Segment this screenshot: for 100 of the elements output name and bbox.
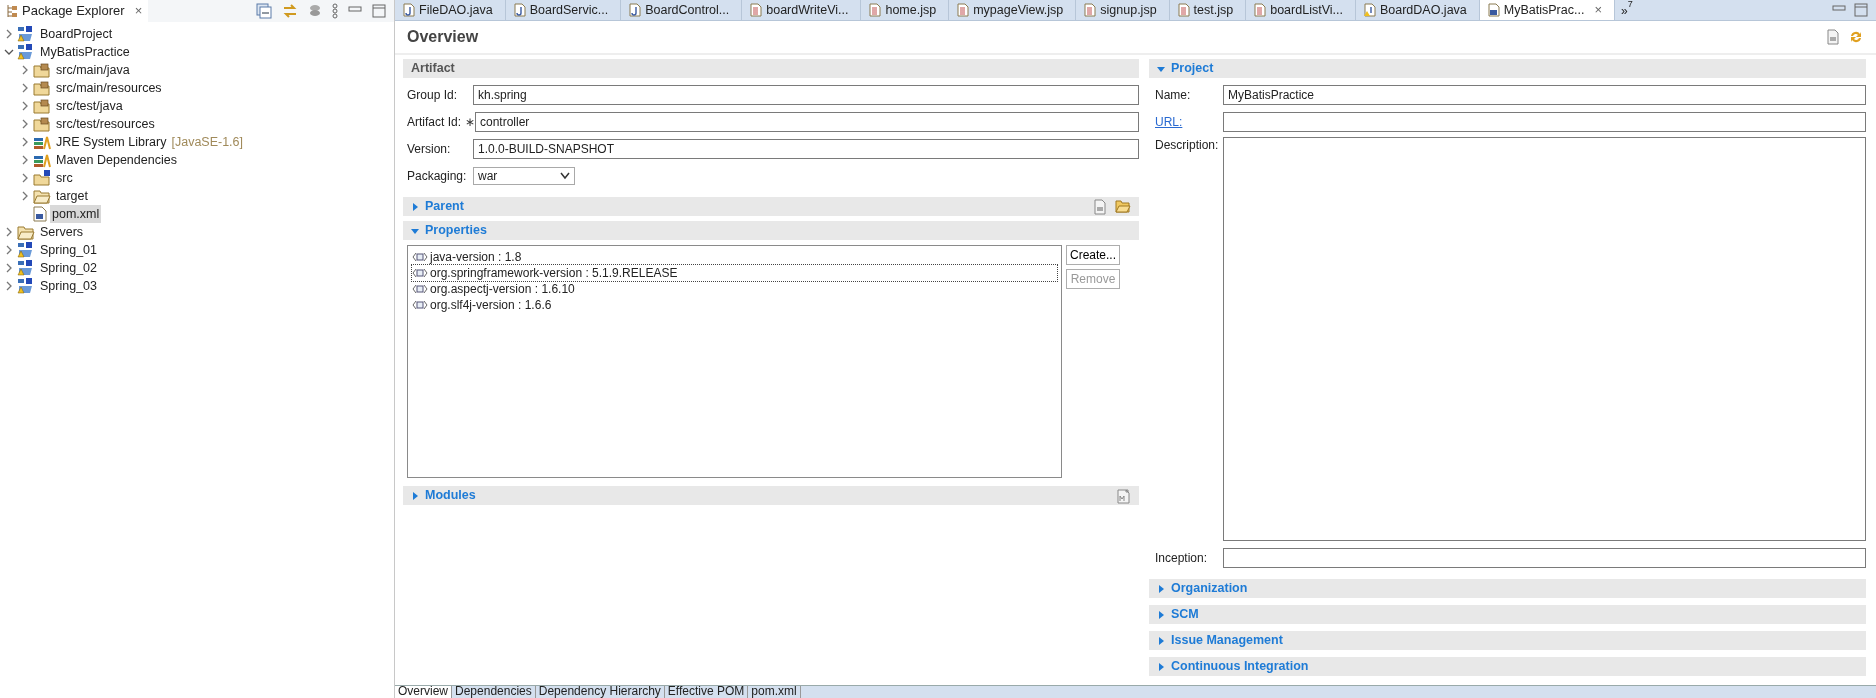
collapse-arrow-icon[interactable] — [1157, 64, 1165, 73]
tree-item[interactable]: Spring_01 — [38, 240, 99, 260]
tree-item[interactable]: Maven Dependencies — [54, 150, 179, 170]
package-folder-icon — [33, 80, 51, 96]
text-field[interactable] — [1223, 548, 1866, 568]
collapse-arrow-icon[interactable] — [411, 226, 419, 235]
section-header[interactable]: Project — [1149, 59, 1866, 78]
tree-item[interactable]: BoardProject — [38, 24, 115, 44]
library-icon — [33, 152, 51, 168]
expand-arrow-icon[interactable] — [411, 202, 419, 211]
section-header[interactable]: SCM — [1149, 605, 1866, 624]
editor-tab[interactable]: boardWriteVi... — [742, 0, 862, 20]
java-file-icon — [513, 3, 526, 17]
project-icon — [17, 278, 35, 294]
text-field[interactable] — [1223, 112, 1866, 132]
url-link[interactable]: URL: — [1149, 114, 1223, 130]
property-icon — [412, 251, 428, 263]
pom-file-icon[interactable] — [1093, 198, 1107, 215]
maximize-icon[interactable] — [372, 4, 386, 18]
section-header[interactable]: Parent — [403, 197, 1139, 216]
section-header[interactable]: Properties — [403, 221, 1139, 240]
tree-item[interactable]: src/main/java — [54, 60, 132, 80]
editor-tab[interactable]: MyBatisPrac... × — [1479, 0, 1615, 20]
text-field[interactable]: kh.spring — [473, 85, 1139, 105]
project-icon — [17, 44, 35, 60]
editor-tab[interactable]: boardListVi... — [1246, 0, 1356, 20]
tree-item[interactable]: MyBatisPractice — [38, 42, 132, 62]
tree-item[interactable]: Servers — [38, 222, 86, 242]
tree-item[interactable]: src/test/java — [54, 96, 125, 116]
editor-tab[interactable]: BoardDAO.java — [1355, 0, 1480, 20]
tree-item[interactable]: Spring_03 — [38, 276, 99, 296]
section-header[interactable]: Organization — [1149, 579, 1866, 598]
page-tab[interactable]: pom.xml — [748, 686, 801, 698]
field-label: Version: — [406, 141, 452, 158]
property-item[interactable]: org.aspectj-version : 1.6.10 — [412, 281, 1057, 297]
text-field[interactable]: MyBatisPractice — [1223, 85, 1866, 105]
field-label: Packaging: — [406, 168, 468, 185]
link-arrows-icon[interactable] — [282, 3, 298, 19]
expand-arrow-icon[interactable] — [1157, 584, 1165, 593]
jsp-file-icon — [750, 3, 763, 17]
editor-tab[interactable]: signup.jsp — [1076, 0, 1170, 20]
section-header[interactable]: Artifact — [403, 59, 1139, 78]
field-label: Name: — [1154, 87, 1192, 103]
close-button[interactable]: × — [134, 1, 143, 21]
page-tab[interactable]: Overview — [395, 686, 452, 698]
section-header[interactable]: Modules — [403, 486, 1139, 505]
tree-item[interactable]: pom.xml — [50, 204, 102, 224]
field-label: Group Id: — [406, 87, 459, 104]
jsp-file-icon — [1254, 3, 1267, 17]
open-folder-icon[interactable] — [1115, 198, 1131, 213]
expand-arrow-icon[interactable] — [1157, 636, 1165, 645]
pom-file-icon[interactable] — [1826, 29, 1840, 45]
editor-tab[interactable]: BoardServic... — [505, 0, 622, 20]
property-icon — [412, 267, 428, 279]
refresh-icon[interactable] — [1848, 29, 1864, 45]
page-tab[interactable]: Dependencies — [452, 686, 536, 698]
property-item[interactable]: org.springframework-version : 5.1.9.RELEASE — [412, 265, 1057, 281]
xml-file-icon — [33, 206, 47, 222]
page-tab[interactable]: Dependency Hierarchy — [535, 686, 665, 698]
view-tab[interactable]: Package Explorer × — [0, 0, 149, 22]
page-title: Overview — [407, 27, 479, 47]
tree-item[interactable]: src/test/resources — [54, 114, 157, 134]
expand-arrow-icon[interactable] — [411, 491, 419, 500]
jsp-file-icon — [957, 3, 970, 17]
editor-tab[interactable]: test.jsp — [1169, 0, 1247, 20]
tree-item[interactable]: src/main/resources — [54, 78, 164, 98]
view-menu-icon[interactable] — [332, 3, 338, 19]
editor-tab[interactable]: home.jsp — [861, 0, 950, 20]
page-tab[interactable]: Effective POM — [664, 686, 749, 698]
folder-icon — [17, 224, 35, 240]
collapse-all-icon[interactable] — [256, 3, 272, 19]
field-label: Inception: — [1154, 550, 1209, 566]
expand-arrow-icon[interactable] — [1157, 662, 1165, 671]
add-module-icon[interactable] — [1117, 488, 1131, 505]
editor-tab[interactable]: mypageView.jsp — [949, 0, 1077, 20]
property-item[interactable]: java-version : 1.8 — [412, 249, 1057, 265]
library-icon — [33, 134, 51, 150]
text-field[interactable]: 1.0.0-BUILD-SNAPSHOT — [473, 139, 1139, 159]
expand-arrow-icon[interactable] — [1157, 610, 1165, 619]
tree-item[interactable]: target — [54, 186, 90, 206]
package-folder-icon — [33, 98, 51, 114]
property-button[interactable]: Create... — [1066, 245, 1121, 265]
property-item[interactable]: org.slf4j-version : 1.6.6 — [412, 297, 1057, 313]
close-button[interactable]: × — [1594, 0, 1602, 20]
folder-icon — [33, 188, 51, 204]
project-icon — [17, 26, 35, 42]
field-label: Description: — [1154, 137, 1220, 153]
tree-item[interactable]: src — [54, 168, 75, 188]
property-icon — [412, 299, 428, 311]
section-header[interactable]: Continuous Integration — [1149, 657, 1866, 676]
section-header[interactable]: Issue Management — [1149, 631, 1866, 650]
tree-item[interactable]: JRE System Library — [54, 132, 169, 152]
editor-tab[interactable]: FileDAO.java — [395, 0, 506, 20]
java-file-icon — [403, 3, 415, 17]
tree-item[interactable]: Spring_02 — [38, 258, 99, 278]
maximize-icon[interactable] — [1854, 3, 1868, 17]
package-folder-icon — [33, 116, 51, 132]
text-field[interactable]: controller — [475, 112, 1139, 132]
editor-tab[interactable]: BoardControl... — [621, 0, 743, 20]
packaging-dropdown[interactable]: war — [473, 167, 575, 185]
